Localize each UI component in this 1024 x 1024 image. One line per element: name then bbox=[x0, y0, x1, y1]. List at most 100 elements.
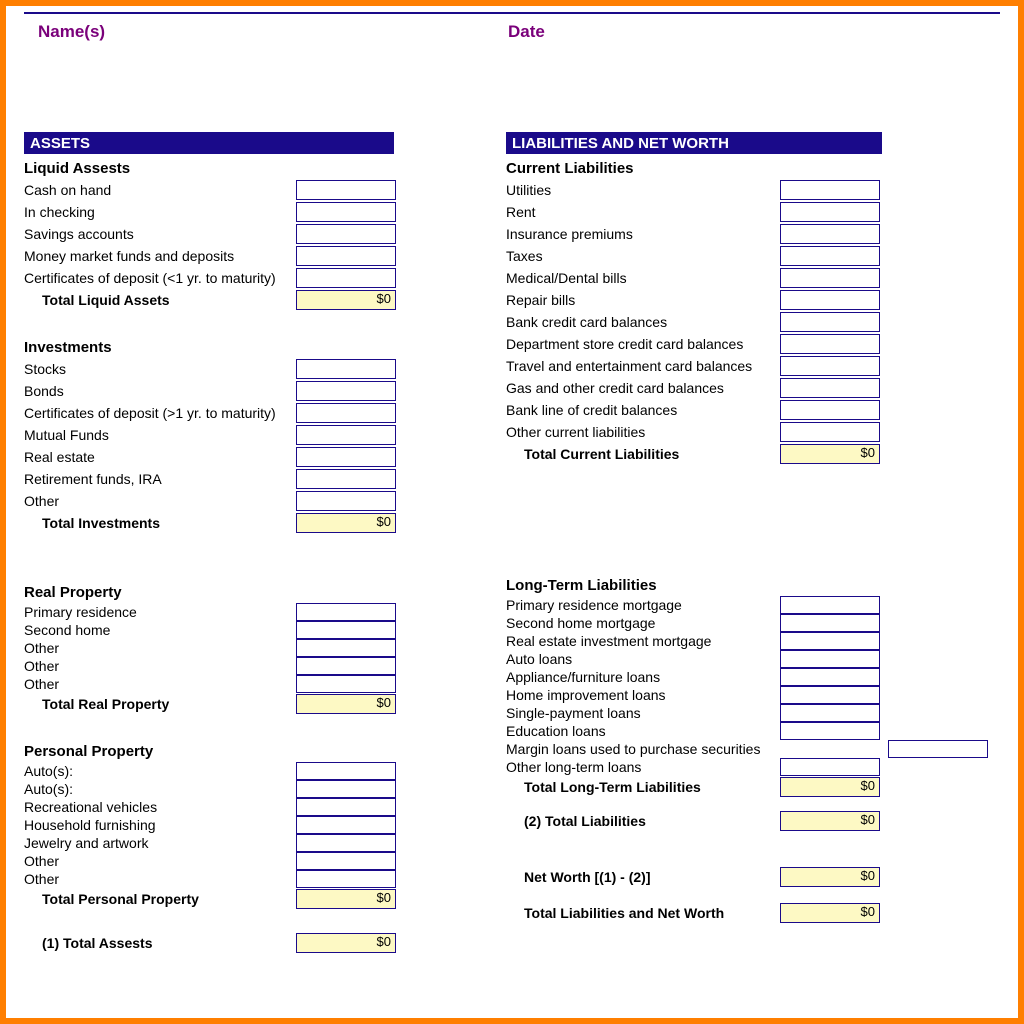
investments-heading: Investments bbox=[24, 339, 506, 356]
total-liab-networth-label: Total Liabilities and Net Worth bbox=[506, 905, 780, 921]
amount-cell[interactable] bbox=[296, 621, 396, 639]
line-label: Certificates of deposit (>1 yr. to matur… bbox=[24, 405, 296, 421]
line-label: Repair bills bbox=[506, 292, 780, 308]
line-label: Gas and other credit card balances bbox=[506, 380, 780, 396]
amount-cell[interactable] bbox=[296, 246, 396, 266]
amount-cell[interactable] bbox=[296, 603, 396, 621]
line-label: Appliance/furniture loans bbox=[506, 669, 780, 685]
total-investments-cell: $0 bbox=[296, 513, 396, 533]
total-assets-cell: $0 bbox=[296, 933, 396, 953]
amount-cell[interactable] bbox=[780, 668, 880, 686]
amount-cell[interactable] bbox=[780, 422, 880, 442]
amount-cell[interactable] bbox=[780, 202, 880, 222]
total-investments-label: Total Investments bbox=[24, 515, 296, 531]
amount-cell[interactable] bbox=[780, 722, 880, 740]
amount-cell[interactable] bbox=[296, 675, 396, 693]
amount-cell[interactable] bbox=[296, 202, 396, 222]
line-label: Other bbox=[24, 640, 296, 656]
liquid-assets-heading: Liquid Assests bbox=[24, 160, 506, 177]
amount-cell[interactable] bbox=[888, 740, 988, 758]
amount-cell[interactable] bbox=[780, 246, 880, 266]
total-current-liabilities-cell: $0 bbox=[780, 444, 880, 464]
total-real-property-cell: $0 bbox=[296, 694, 396, 714]
line-label: Savings accounts bbox=[24, 226, 296, 242]
page-frame: Name(s) Date ASSETS Liquid Assests Cash … bbox=[0, 0, 1024, 1024]
amount-cell[interactable] bbox=[780, 614, 880, 632]
amount-cell[interactable] bbox=[296, 780, 396, 798]
amount-cell[interactable] bbox=[780, 704, 880, 722]
line-label: Department store credit card balances bbox=[506, 336, 780, 352]
amount-cell[interactable] bbox=[296, 762, 396, 780]
amount-cell[interactable] bbox=[296, 469, 396, 489]
line-label: Other bbox=[24, 493, 296, 509]
amount-cell[interactable] bbox=[780, 268, 880, 288]
line-label: Money market funds and deposits bbox=[24, 248, 296, 264]
amount-cell[interactable] bbox=[780, 650, 880, 668]
assets-column: ASSETS Liquid Assests Cash on hand In ch… bbox=[24, 132, 506, 954]
amount-cell[interactable] bbox=[296, 852, 396, 870]
line-label: Cash on hand bbox=[24, 182, 296, 198]
amount-cell[interactable] bbox=[296, 834, 396, 852]
top-rule bbox=[24, 12, 1000, 14]
total-liab-networth-cell: $0 bbox=[780, 903, 880, 923]
amount-cell[interactable] bbox=[296, 403, 396, 423]
amount-cell[interactable] bbox=[780, 312, 880, 332]
amount-cell[interactable] bbox=[780, 334, 880, 354]
amount-cell[interactable] bbox=[780, 400, 880, 420]
line-label: Certificates of deposit (<1 yr. to matur… bbox=[24, 270, 296, 286]
line-label: Bank line of credit balances bbox=[506, 402, 780, 418]
line-label: Retirement funds, IRA bbox=[24, 471, 296, 487]
date-label: Date bbox=[494, 22, 1000, 42]
amount-cell[interactable] bbox=[780, 290, 880, 310]
amount-cell[interactable] bbox=[780, 224, 880, 244]
line-label: Household furnishing bbox=[24, 817, 296, 833]
amount-cell[interactable] bbox=[296, 268, 396, 288]
line-label: Recreational vehicles bbox=[24, 799, 296, 815]
liabilities-bar: LIABILITIES AND NET WORTH bbox=[506, 132, 882, 154]
amount-cell[interactable] bbox=[296, 870, 396, 888]
amount-cell[interactable] bbox=[780, 758, 880, 776]
current-liabilities-heading: Current Liabilities bbox=[506, 160, 988, 177]
personal-property-heading: Personal Property bbox=[24, 743, 506, 760]
line-label: Margin loans used to purchase securities bbox=[506, 741, 888, 757]
total-liquid-cell: $0 bbox=[296, 290, 396, 310]
amount-cell[interactable] bbox=[780, 632, 880, 650]
line-label: Second home bbox=[24, 622, 296, 638]
amount-cell[interactable] bbox=[296, 447, 396, 467]
amount-cell[interactable] bbox=[296, 224, 396, 244]
assets-bar: ASSETS bbox=[24, 132, 394, 154]
line-label: Utilities bbox=[506, 182, 780, 198]
amount-cell[interactable] bbox=[296, 798, 396, 816]
amount-cell[interactable] bbox=[296, 425, 396, 445]
amount-cell[interactable] bbox=[296, 381, 396, 401]
line-label: Other bbox=[24, 871, 296, 887]
line-label: Rent bbox=[506, 204, 780, 220]
total-current-liabilities-label: Total Current Liabilities bbox=[506, 446, 780, 462]
amount-cell[interactable] bbox=[780, 356, 880, 376]
amount-cell[interactable] bbox=[296, 491, 396, 511]
total-personal-property-label: Total Personal Property bbox=[24, 891, 296, 907]
line-label: Bonds bbox=[24, 383, 296, 399]
amount-cell[interactable] bbox=[780, 686, 880, 704]
total-assets-label: (1) Total Assests bbox=[24, 935, 296, 951]
line-label: Medical/Dental bills bbox=[506, 270, 780, 286]
amount-cell[interactable] bbox=[780, 596, 880, 614]
line-label: Other bbox=[24, 676, 296, 692]
line-label: Insurance premiums bbox=[506, 226, 780, 242]
line-label: Primary residence mortgage bbox=[506, 597, 780, 613]
line-label: Bank credit card balances bbox=[506, 314, 780, 330]
amount-cell[interactable] bbox=[296, 639, 396, 657]
line-label: Second home mortgage bbox=[506, 615, 780, 631]
long-term-liabilities-heading: Long-Term Liabilities bbox=[506, 577, 988, 594]
amount-cell[interactable] bbox=[296, 180, 396, 200]
amount-cell[interactable] bbox=[780, 180, 880, 200]
amount-cell[interactable] bbox=[296, 359, 396, 379]
amount-cell[interactable] bbox=[296, 816, 396, 834]
line-label: Travel and entertainment card balances bbox=[506, 358, 780, 374]
line-label: Education loans bbox=[506, 723, 780, 739]
line-label: In checking bbox=[24, 204, 296, 220]
line-label: Real estate investment mortgage bbox=[506, 633, 780, 649]
amount-cell[interactable] bbox=[780, 378, 880, 398]
line-label: Stocks bbox=[24, 361, 296, 377]
amount-cell[interactable] bbox=[296, 657, 396, 675]
